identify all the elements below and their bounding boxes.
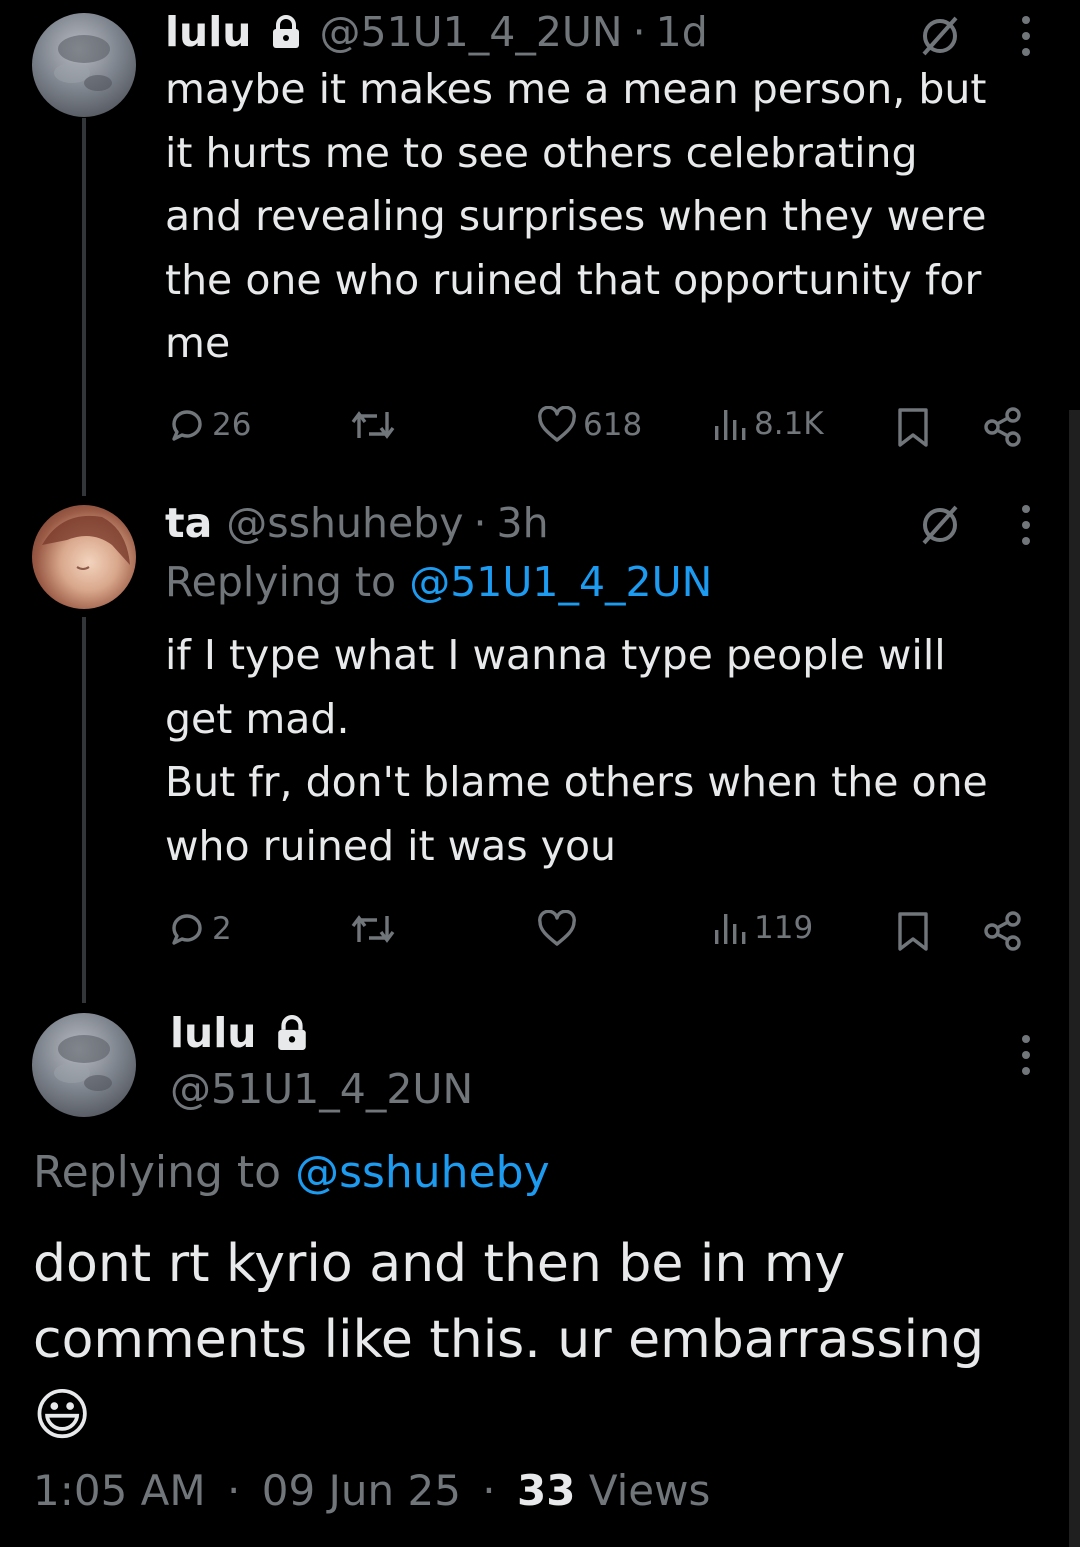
reply-count: 2 [212,911,232,947]
lock-icon [276,1015,308,1051]
timestamp[interactable]: 1d [656,8,708,56]
text-line: it hurts me to see others celebrating [165,128,918,177]
text-line: get mad. [165,694,350,743]
tweet-date[interactable]: 09 Jun 25 [262,1466,461,1515]
reply-button[interactable]: 26 [168,406,251,444]
share-icon [982,910,1024,952]
avatar[interactable] [32,13,136,117]
views-icon [712,910,748,946]
text-line: who ruined it was you [165,821,617,870]
bookmark-button[interactable] [896,406,930,448]
display-name[interactable]: lulu [170,1009,256,1057]
views-count: 33 [517,1466,576,1515]
grok-icon[interactable] [918,503,962,551]
tweet-meta: 1:05 AM · 09 Jun 25 · 33 Views [33,1466,710,1515]
text-line: and revealing surprises when they were [165,192,987,240]
more-icon[interactable] [1014,503,1038,551]
share-icon [982,406,1024,448]
like-button[interactable]: 618 [537,406,642,444]
tweet-time[interactable]: 1:05 AM [33,1466,206,1515]
text-line: But fr, don't blame others when the one [165,758,988,806]
more-icon[interactable] [1014,1033,1038,1081]
replying-label: Replying to [33,1147,282,1198]
views-icon [712,406,748,442]
text-line: if I type what I wanna type people will [165,631,946,679]
display-name[interactable]: ta [165,499,212,547]
reply-mention-link[interactable]: @sshuheby [295,1147,550,1198]
views-count: 119 [754,910,814,946]
retweet-button[interactable] [350,912,396,946]
replying-to: Replying to @51U1_4_2UN [165,558,712,606]
avatar[interactable] [32,1013,136,1117]
tweet-text: if I type what I wanna type people will … [165,624,988,878]
views-label: Views [588,1466,711,1515]
retweet-icon [350,912,396,946]
separator: · [482,1466,496,1515]
text-line: comments like this. ur embarrassing [33,1310,984,1370]
smiley-emoji: 😃 [33,1383,92,1448]
replying-to: Replying to @sshuheby [33,1147,550,1198]
like-button[interactable] [537,910,577,948]
like-count: 618 [583,407,643,443]
reply-mention-link[interactable]: @51U1_4_2UN [409,558,712,606]
text-line: the one who ruined that opportunity for [165,255,982,304]
thread-line [82,617,86,1003]
display-name[interactable]: lulu [165,8,251,56]
bookmark-icon [896,910,930,952]
separator: · [632,8,646,56]
share-button[interactable] [982,406,1024,448]
like-icon [537,406,577,444]
text-line: me [165,319,231,367]
tweet-text: maybe it makes me a mean person, but it … [165,58,987,376]
handle[interactable]: @51U1_4_2UN [170,1065,473,1113]
retweet-icon [350,408,396,442]
tweet-text: dont rt kyrio and then be in my comments… [33,1226,984,1454]
text-line: maybe it makes me a mean person, but [165,65,987,113]
views-button[interactable]: 8.1K [712,406,824,442]
reply-icon [168,406,206,444]
grok-icon[interactable] [918,14,962,62]
scrollbar[interactable] [1069,410,1080,1547]
retweet-button[interactable] [350,408,396,442]
separator: · [227,1466,241,1515]
bookmark-button[interactable] [896,910,930,952]
separator: · [473,499,487,547]
replying-label: Replying to [165,558,397,606]
handle[interactable]: @51U1_4_2UN [319,8,622,56]
text-line: dont rt kyrio and then be in my [33,1234,846,1294]
thread-line [82,118,86,496]
handle[interactable]: @sshuheby [226,499,463,547]
lock-icon [271,15,301,49]
like-icon [537,910,577,948]
avatar[interactable] [32,505,136,609]
views-count: 8.1K [754,406,824,442]
bookmark-icon [896,406,930,448]
timestamp[interactable]: 3h [497,499,549,547]
share-button[interactable] [982,910,1024,952]
reply-count: 26 [212,407,252,443]
more-icon[interactable] [1014,14,1038,62]
reply-button[interactable]: 2 [168,910,232,948]
reply-icon [168,910,206,948]
views-button[interactable]: 119 [712,910,813,946]
